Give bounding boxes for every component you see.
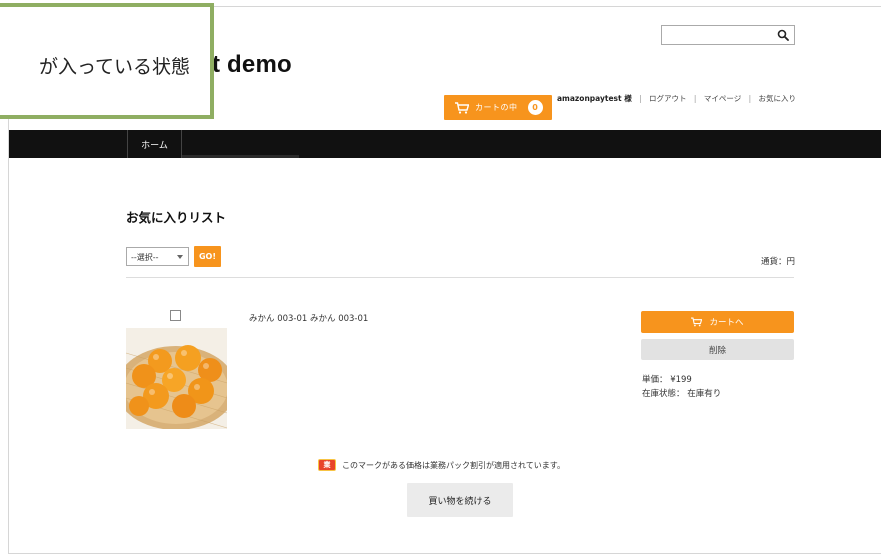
- annotation-callout: が入っている状態: [0, 3, 214, 119]
- discount-notice: 業 このマークがある価格は業務パック割引が適用されています。: [318, 459, 565, 471]
- notice-text: このマークがある価格は業務パック割引が適用されています。: [342, 460, 565, 470]
- item-checkbox[interactable]: [170, 310, 181, 321]
- add-to-cart-label: カートへ: [709, 318, 744, 328]
- header-cart-button[interactable]: カートの中 0: [444, 95, 552, 120]
- chevron-down-icon: [177, 255, 183, 259]
- cart-icon: [691, 317, 703, 327]
- search-box[interactable]: [661, 25, 795, 45]
- search-input[interactable]: [664, 27, 772, 43]
- cart-count-badge: 0: [527, 100, 543, 115]
- product-image[interactable]: [126, 328, 227, 429]
- user-name: amazonpaytest 様: [557, 94, 632, 103]
- separator: |: [639, 94, 642, 103]
- cart-icon: [455, 101, 469, 114]
- favorites-link[interactable]: お気に入り: [759, 94, 797, 103]
- select-value: --選択--: [131, 253, 159, 262]
- annotation-text: が入っている状態: [38, 56, 190, 78]
- divider: [126, 277, 794, 278]
- product-name[interactable]: みかん 003-01 みかん 003-01: [249, 312, 368, 324]
- site-title[interactable]: t demo: [212, 51, 292, 79]
- page-title: お気に入りリスト: [126, 210, 227, 225]
- discount-badge-icon: 業: [318, 459, 336, 471]
- separator: |: [693, 94, 697, 103]
- delete-button[interactable]: 削除: [641, 339, 794, 360]
- main-navbar: ホーム: [9, 130, 881, 158]
- unit-price: 単価： ¥199: [642, 375, 692, 385]
- search-icon[interactable]: [777, 29, 789, 41]
- continue-shopping-button[interactable]: 買い物を続ける: [407, 483, 513, 517]
- action-select[interactable]: --選択--: [126, 247, 189, 266]
- separator: |: [748, 94, 752, 103]
- nav-item-home[interactable]: ホーム: [127, 130, 182, 158]
- stock-status: 在庫状態： 在庫有り: [642, 389, 722, 399]
- cart-label: カートの中: [475, 103, 518, 112]
- currency-label: 通貨：円: [760, 257, 795, 267]
- add-to-cart-button[interactable]: カートへ: [641, 311, 794, 333]
- nav-highlight: [182, 155, 299, 158]
- mypage-link[interactable]: マイページ: [704, 94, 741, 103]
- logout-link[interactable]: ログアウト: [649, 94, 687, 103]
- go-button[interactable]: GO!: [194, 246, 221, 267]
- user-links: amazonpaytest 様 | ログアウト | マイページ | お気に入り: [557, 93, 796, 104]
